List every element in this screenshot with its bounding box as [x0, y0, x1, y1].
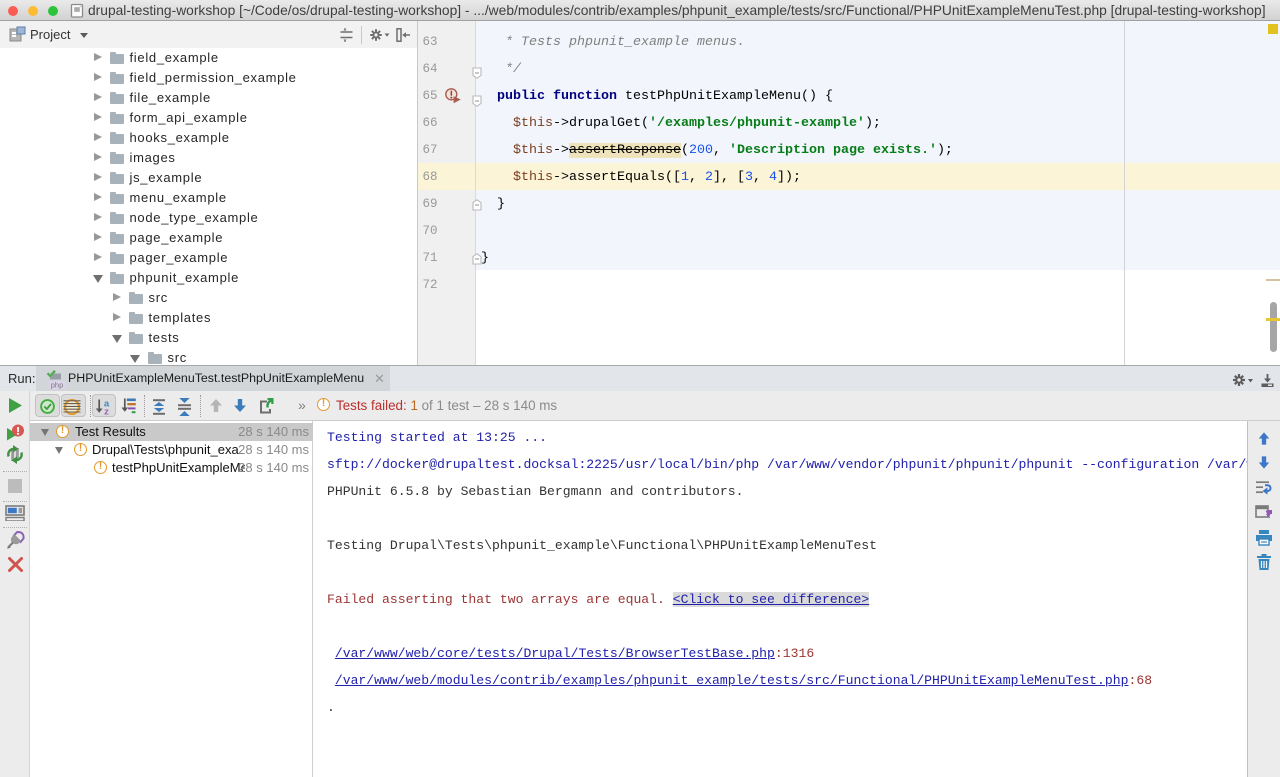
svg-text:z: z: [104, 406, 109, 415]
svg-text:php: php: [51, 381, 64, 389]
